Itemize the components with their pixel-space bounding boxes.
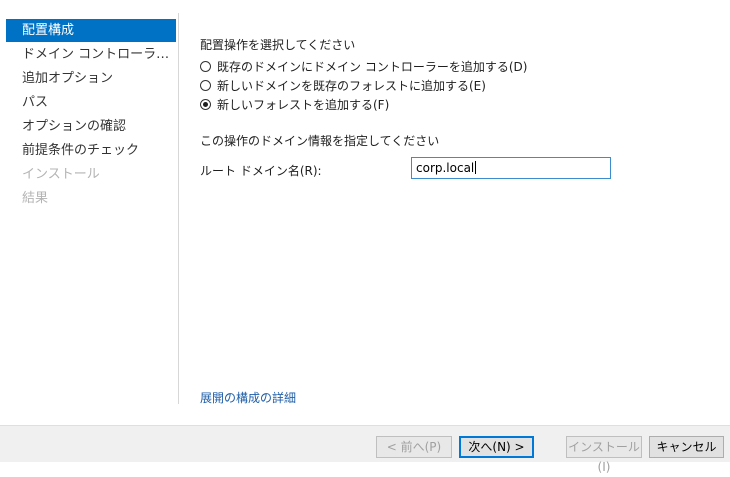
next-button[interactable]: 次へ(N) > — [459, 436, 534, 458]
radio-button-icon[interactable] — [200, 60, 211, 72]
radio-button-checked-icon[interactable] — [200, 98, 211, 110]
radio-add-new-forest[interactable]: 新しいフォレストを追加する(F) — [200, 96, 389, 112]
previous-button[interactable]: < 前へ(P) — [376, 436, 452, 458]
deployment-details-link[interactable]: 展開の構成の詳細 — [200, 389, 296, 406]
wizard-sidebar: 配置構成 ドメイン コントローラー オプシ... 追加オプション パス オプショ… — [0, 0, 178, 404]
sidebar-item-review-options[interactable]: オプションの確認 — [6, 115, 176, 138]
radio-add-new-domain-existing-forest[interactable]: 新しいドメインを既存のフォレストに追加する(E) — [200, 77, 486, 93]
sidebar-item-dc-options[interactable]: ドメイン コントローラー オプシ... — [6, 43, 176, 66]
root-domain-input[interactable]: corp.local — [411, 157, 611, 179]
radio-add-dc-existing-domain[interactable]: 既存のドメインにドメイン コントローラーを追加する(D) — [200, 58, 527, 74]
root-domain-label: ルート ドメイン名(R): — [200, 164, 322, 178]
main-panel: 配置操作を選択してください 既存のドメインにドメイン コントローラーを追加する(… — [200, 0, 720, 406]
sidebar-item-installation: インストール — [22, 167, 100, 182]
sidebar-item-additional-options[interactable]: 追加オプション — [6, 67, 176, 90]
sidebar-item-results: 結果 — [22, 191, 49, 206]
install-button[interactable]: インストール(I) — [566, 436, 642, 474]
radio-label: 既存のドメインにドメイン コントローラーを追加する(D) — [217, 59, 528, 74]
sidebar-divider — [178, 13, 179, 404]
cancel-button[interactable]: キャンセル — [649, 436, 724, 458]
radio-label: 新しいドメインを既存のフォレストに追加する(E) — [217, 78, 486, 93]
radio-label: 新しいフォレストを追加する(F) — [217, 97, 390, 112]
sidebar-item-prerequisites-check[interactable]: 前提条件のチェック — [6, 139, 176, 162]
sidebar-item-paths[interactable]: パス — [6, 91, 176, 114]
text-caret — [475, 161, 477, 174]
radio-button-icon[interactable] — [200, 79, 211, 91]
domain-info-heading: この操作のドメイン情報を指定してください — [200, 134, 440, 148]
sidebar-item-deployment-config[interactable]: 配置構成 — [6, 19, 176, 42]
root-domain-value: corp.local — [416, 161, 475, 175]
deployment-operation-heading: 配置操作を選択してください — [200, 38, 356, 52]
wizard-footer: < 前へ(P) 次へ(N) > インストール(I) キャンセル — [0, 425, 730, 474]
